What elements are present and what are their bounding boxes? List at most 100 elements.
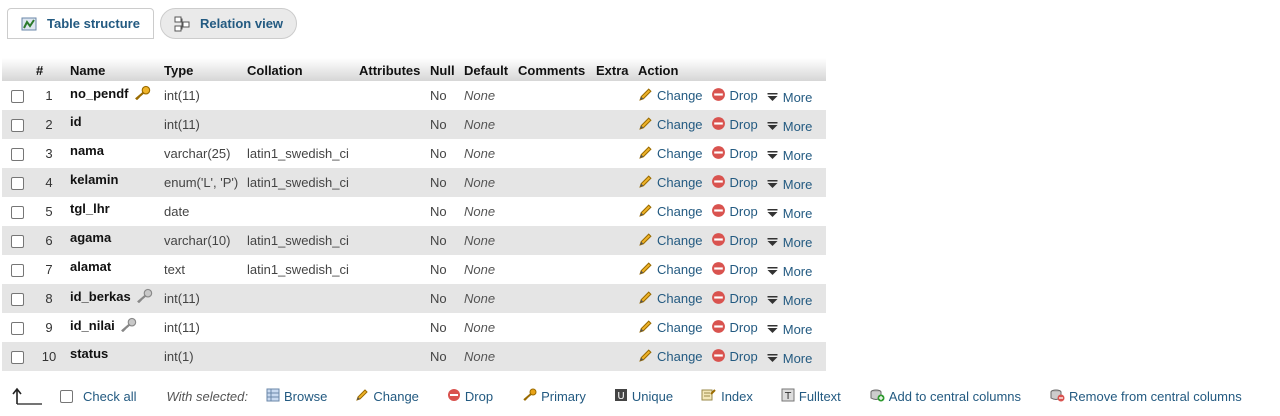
drop-button[interactable]: Drop: [711, 145, 758, 163]
row-checkbox-cell: [2, 110, 32, 139]
more-dropdown[interactable]: More: [766, 90, 812, 105]
drop-button[interactable]: Drop: [711, 261, 758, 279]
check-all-checkbox[interactable]: Check all: [60, 389, 136, 404]
column-name[interactable]: id_nilai: [70, 318, 115, 333]
bulk-primary-button[interactable]: Primary: [521, 388, 586, 405]
change-button[interactable]: Change: [638, 348, 703, 366]
header-collation[interactable]: Collation: [243, 58, 355, 81]
more-dropdown[interactable]: More: [766, 206, 812, 221]
drop-icon: [711, 203, 726, 221]
more-dropdown[interactable]: More: [766, 264, 812, 279]
change-label: Change: [657, 233, 703, 248]
more-dropdown[interactable]: More: [766, 321, 813, 337]
column-comments: [514, 139, 592, 168]
column-name-cell: tgl_lhr: [66, 197, 160, 226]
drop-button[interactable]: Drop: [711, 232, 758, 250]
drop-icon: [711, 348, 726, 366]
bulk-drop-button[interactable]: Drop: [447, 388, 493, 405]
more-dropdown[interactable]: More: [766, 148, 812, 163]
row-checkbox[interactable]: [10, 119, 24, 133]
more-dropdown[interactable]: More: [766, 351, 812, 366]
change-button[interactable]: Change: [638, 203, 703, 221]
drop-button[interactable]: Drop: [711, 174, 758, 192]
drop-button[interactable]: Drop: [711, 348, 758, 366]
change-button[interactable]: Change: [638, 261, 703, 279]
header-attributes[interactable]: Attributes: [355, 58, 426, 81]
row-checkbox[interactable]: [10, 206, 24, 220]
bulk-change-label: Change: [373, 388, 419, 404]
column-name[interactable]: no_pendf: [70, 86, 129, 101]
column-name[interactable]: tgl_lhr: [70, 201, 110, 216]
header-null[interactable]: Null: [426, 58, 460, 81]
header-type[interactable]: Type: [160, 58, 243, 81]
row-checkbox[interactable]: [10, 351, 24, 365]
bulk-index-button[interactable]: Index: [701, 388, 753, 405]
column-name[interactable]: status: [70, 346, 108, 361]
drop-button[interactable]: Drop: [711, 87, 758, 105]
change-button[interactable]: Change: [638, 319, 703, 337]
more-dropdown[interactable]: More: [766, 119, 812, 134]
caret-down-icon: [766, 148, 779, 163]
row-checkbox[interactable]: [10, 322, 24, 336]
row-checkbox[interactable]: [10, 235, 24, 249]
column-null: No: [426, 139, 460, 168]
more-dropdown[interactable]: More: [766, 177, 812, 192]
drop-button[interactable]: Drop: [711, 290, 758, 308]
drop-button[interactable]: Drop: [711, 116, 758, 134]
change-button[interactable]: Change: [638, 174, 703, 192]
column-type: int(11): [160, 284, 243, 313]
bulk-remove-central-button[interactable]: Remove from central columns: [1049, 388, 1242, 405]
column-name[interactable]: id: [70, 114, 82, 129]
more-dropdown[interactable]: More: [766, 293, 812, 308]
row-checkbox[interactable]: [10, 177, 24, 191]
header-extra[interactable]: Extra: [592, 58, 634, 81]
row-checkbox[interactable]: [10, 293, 24, 307]
table-row: 1 no_pendf int(11) No None Change Drop More: [2, 81, 826, 110]
tab-relation-view[interactable]: Relation view: [159, 8, 298, 39]
bulk-unique-button[interactable]: U Unique: [614, 388, 673, 405]
row-checkbox-cell: [2, 226, 32, 255]
checkbox[interactable]: [60, 389, 73, 403]
change-button[interactable]: Change: [638, 232, 703, 250]
column-name[interactable]: nama: [70, 143, 104, 158]
change-button[interactable]: Change: [638, 145, 703, 163]
change-button[interactable]: Change: [638, 87, 703, 105]
column-name[interactable]: agama: [70, 230, 111, 245]
more-dropdown[interactable]: More: [766, 235, 812, 250]
row-checkbox-cell: [2, 255, 32, 284]
column-type: varchar(25): [160, 139, 243, 168]
row-checkbox[interactable]: [10, 90, 24, 104]
column-collation: latin1_swedish_ci: [243, 139, 355, 168]
column-actions: Change Drop More: [634, 110, 826, 139]
drop-button[interactable]: Drop: [711, 203, 758, 221]
change-label: Change: [657, 88, 703, 103]
header-default[interactable]: Default: [460, 58, 514, 81]
drop-button[interactable]: Drop: [711, 319, 758, 337]
change-button[interactable]: Change: [638, 116, 703, 134]
header-comments[interactable]: Comments: [514, 58, 592, 81]
table-row: 7 alamat text latin1_swedish_ci No None Change…: [2, 255, 826, 284]
table-row: 4 kelamin enum('L', 'P') latin1_swedish_ci N…: [2, 168, 826, 197]
pencil-icon: [638, 232, 653, 250]
header-name[interactable]: Name: [66, 58, 160, 81]
pencil-icon: [638, 319, 653, 337]
column-attributes: [355, 226, 426, 255]
column-name[interactable]: alamat: [70, 259, 111, 274]
change-label: Change: [657, 291, 703, 306]
row-checkbox[interactable]: [10, 264, 24, 278]
bulk-browse-button[interactable]: Browse: [266, 388, 327, 405]
bulk-change-button[interactable]: Change: [355, 388, 419, 405]
change-button[interactable]: Change: [638, 290, 703, 308]
column-comments: [514, 197, 592, 226]
column-name[interactable]: id_berkas: [70, 289, 131, 304]
tab-table-structure[interactable]: Table structure: [7, 8, 154, 39]
more-label: More: [782, 321, 813, 337]
header-checkbox-col: [2, 58, 32, 81]
row-checkbox[interactable]: [10, 148, 24, 162]
bulk-fulltext-button[interactable]: T Fulltext: [781, 388, 841, 405]
table-row: 6 agama varchar(10) latin1_swedish_ci No None…: [2, 226, 826, 255]
bulk-add-central-button[interactable]: Add to central columns: [869, 388, 1021, 405]
check-all-label[interactable]: Check all: [83, 389, 136, 404]
column-name[interactable]: kelamin: [70, 172, 118, 187]
column-null: No: [426, 197, 460, 226]
